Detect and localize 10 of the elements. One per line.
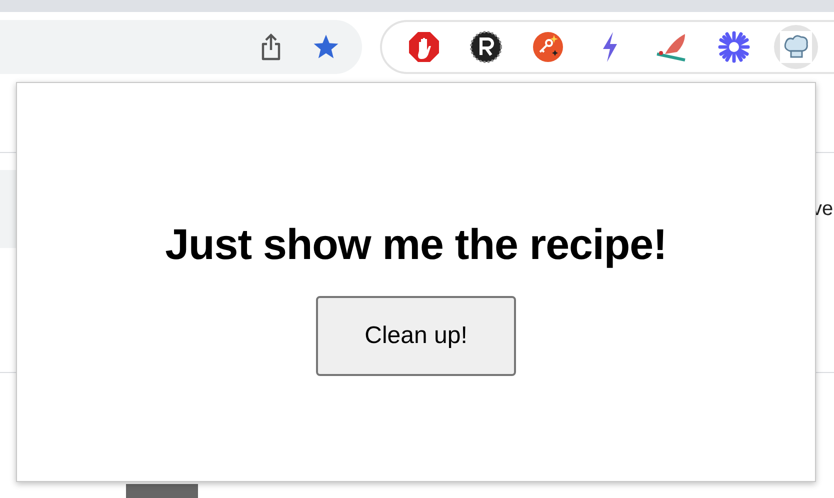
stop-hand-icon xyxy=(408,31,440,63)
sparkle-key-icon xyxy=(532,31,564,63)
star-icon[interactable] xyxy=(312,33,340,61)
lightning-bolt-icon xyxy=(600,31,620,63)
clean-up-button[interactable]: Clean up! xyxy=(316,296,516,376)
asterisk-icon xyxy=(718,31,750,63)
popup-heading: Just show me the recipe! xyxy=(165,221,667,270)
share-icon[interactable] xyxy=(260,33,282,61)
r-badge-icon xyxy=(470,31,502,63)
chef-hat-icon xyxy=(780,31,812,63)
